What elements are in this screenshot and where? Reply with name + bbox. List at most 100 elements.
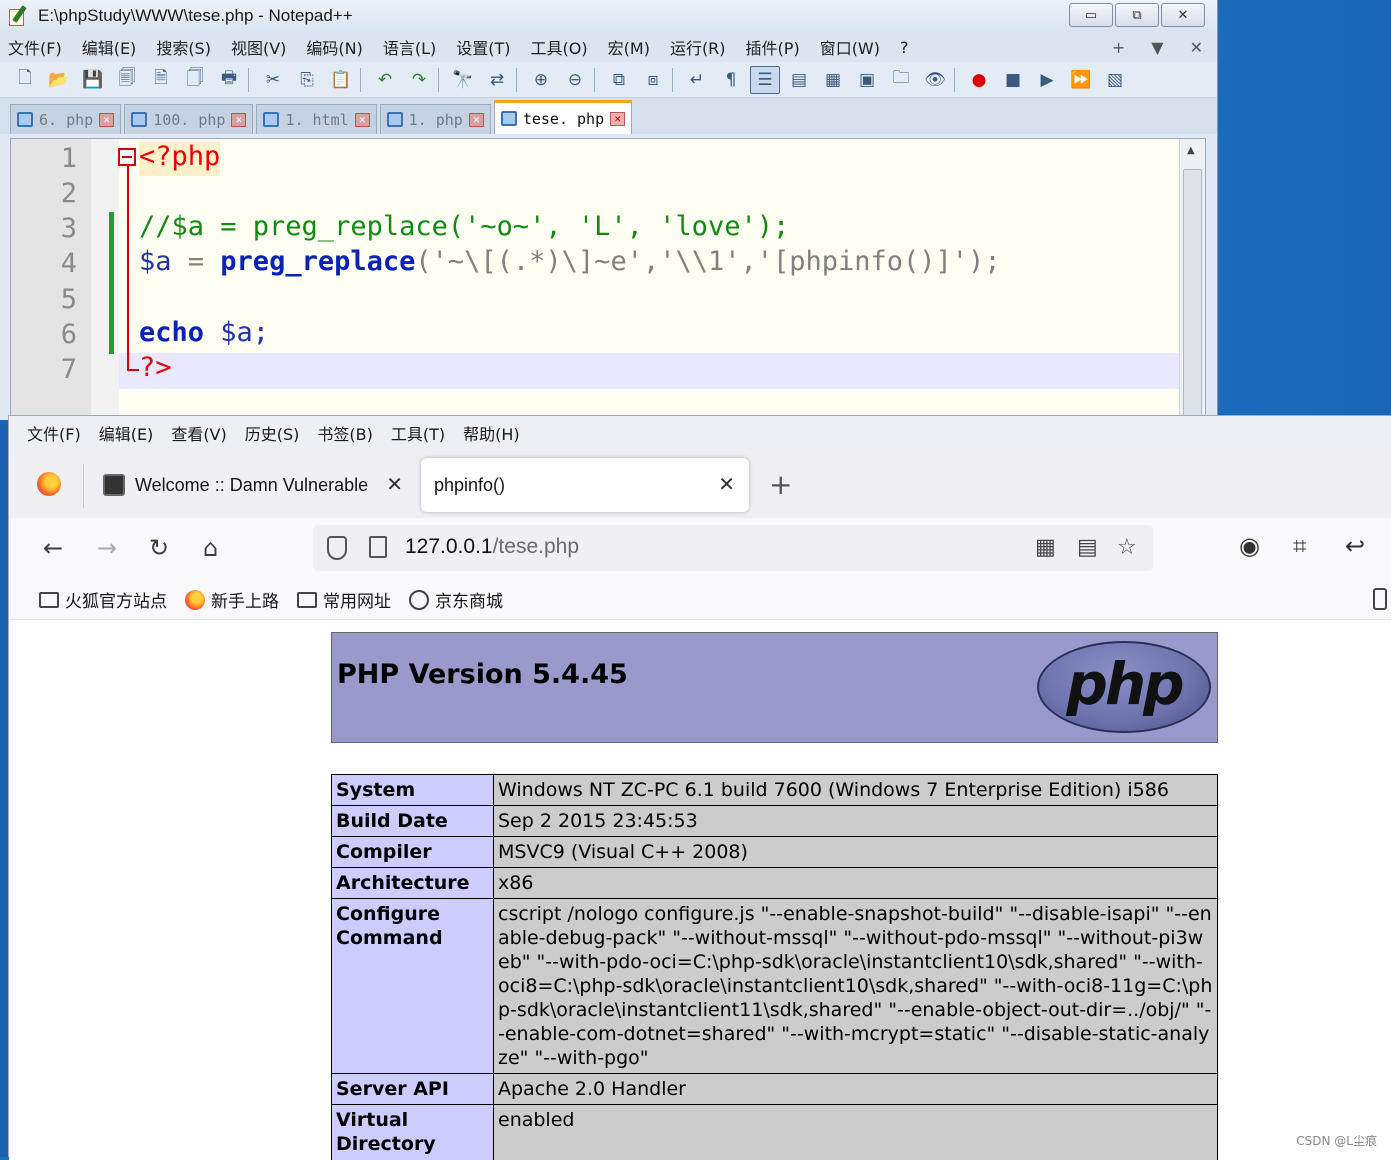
cut-icon[interactable]: ✂ xyxy=(258,66,288,94)
save-icon[interactable]: 💾 xyxy=(78,66,108,94)
scroll-up-icon[interactable]: ▲ xyxy=(1187,145,1195,156)
function-list-icon[interactable]: ▣ xyxy=(852,66,882,94)
zoom-in-icon[interactable]: ⊕ xyxy=(526,66,556,94)
ff-tab[interactable]: Welcome :: Damn Vulnerable ✕ xyxy=(97,458,417,512)
npp-titlebar[interactable]: E:\phpStudy\WWW\tese.php - Notepad++ ▭ ⧉… xyxy=(0,0,1217,32)
page-info-icon[interactable] xyxy=(369,536,387,558)
npp-menu-plugins[interactable]: 插件(P) xyxy=(746,35,800,59)
mobile-bookmarks-icon[interactable] xyxy=(1373,588,1387,610)
home-icon[interactable]: ⌂ xyxy=(203,534,218,562)
account-icon[interactable]: ◉ xyxy=(1239,532,1260,560)
show-all-chars-icon[interactable]: ¶ xyxy=(716,66,746,94)
bookmark-item[interactable]: 新手上路 xyxy=(185,587,279,612)
run-macro-multiple-icon[interactable]: ⏩ xyxy=(1066,66,1096,94)
code-editor[interactable]: 1 2 3 4 5 6 7 <?php //$a = preg_replace(… xyxy=(10,138,1206,420)
tab-close-icon[interactable]: ✕ xyxy=(231,113,246,127)
bookmark-item[interactable]: 常用网址 xyxy=(297,587,391,612)
undo-icon[interactable]: ↶ xyxy=(370,66,400,94)
doc-map-icon[interactable]: ▦ xyxy=(818,66,848,94)
replace-icon[interactable]: ⇄ xyxy=(482,66,512,94)
npp-tab-active[interactable]: tese. php✕ xyxy=(494,100,632,134)
fold-collapse-icon[interactable] xyxy=(118,148,136,166)
monitoring-icon[interactable]: 👁 xyxy=(920,66,950,94)
npp-close-doc-button[interactable]: ✕ xyxy=(1190,38,1203,57)
vertical-scrollbar[interactable]: ▲ xyxy=(1179,139,1205,419)
sync-vertical-icon[interactable]: ⧉ xyxy=(604,66,634,94)
tab-close-icon[interactable]: ✕ xyxy=(99,113,114,127)
ff-menu-bookmarks[interactable]: 书签(B) xyxy=(317,421,372,445)
phpinfo-table: SystemWindows NT ZC-PC 6.1 build 7600 (W… xyxy=(331,774,1218,1160)
close-file-icon[interactable]: 🗎 xyxy=(146,66,176,94)
npp-tab[interactable]: 1. php✕ xyxy=(380,104,491,134)
npp-menu-help[interactable]: ? xyxy=(900,38,909,57)
npp-tab[interactable]: 100. php✕ xyxy=(124,104,253,134)
print-icon[interactable]: 🖶 xyxy=(214,66,244,94)
tab-close-icon[interactable]: ✕ xyxy=(718,472,735,497)
find-icon[interactable]: 🔭 xyxy=(448,66,478,94)
redo-icon[interactable]: ↷ xyxy=(404,66,434,94)
indent-guide-icon[interactable]: ☰ xyxy=(750,66,780,94)
npp-tab[interactable]: 6. php✕ xyxy=(10,104,121,134)
reload-icon[interactable]: ↻ xyxy=(149,534,169,562)
npp-menu-edit[interactable]: 编辑(E) xyxy=(82,35,137,59)
npp-menu-settings[interactable]: 设置(T) xyxy=(456,35,510,59)
copy-icon[interactable]: ⎘ xyxy=(292,66,322,94)
save-macro-icon[interactable]: ▧ xyxy=(1100,66,1130,94)
firefox-logo-icon[interactable] xyxy=(37,472,61,496)
npp-menu-window[interactable]: 窗口(W) xyxy=(820,35,880,59)
npp-menu-run[interactable]: 运行(R) xyxy=(670,35,726,59)
folder-workspace-icon[interactable]: 🗀 xyxy=(886,66,916,94)
undo-close-icon[interactable]: ↩ xyxy=(1345,532,1365,560)
play-macro-icon[interactable]: ▶ xyxy=(1032,66,1062,94)
close-button[interactable]: ✕ xyxy=(1161,3,1205,27)
qr-code-icon[interactable]: ▦ xyxy=(1035,535,1056,560)
bookmark-item[interactable]: 京东商城 xyxy=(409,587,503,612)
forward-arrow-icon[interactable]: → xyxy=(97,534,117,562)
npp-menu-encoding[interactable]: 编码(N) xyxy=(306,35,362,59)
npp-tab[interactable]: 1. html✕ xyxy=(256,104,376,134)
bookmark-star-icon[interactable]: ☆ xyxy=(1117,535,1137,560)
tab-close-icon[interactable]: ✕ xyxy=(610,112,625,126)
zoom-out-icon[interactable]: ⊖ xyxy=(560,66,590,94)
minimize-button[interactable]: ▭ xyxy=(1069,3,1113,27)
reader-view-icon[interactable]: ▤ xyxy=(1077,535,1098,560)
open-file-icon[interactable]: 📂 xyxy=(44,66,74,94)
close-all-icon[interactable]: 🗍 xyxy=(180,66,210,94)
npp-menu-search[interactable]: 搜索(S) xyxy=(156,35,211,59)
tab-close-icon[interactable]: ✕ xyxy=(355,113,370,127)
screenshot-crop-icon[interactable]: ⌗ xyxy=(1293,532,1307,560)
npp-add-button[interactable]: + xyxy=(1112,38,1125,57)
tab-close-icon[interactable]: ✕ xyxy=(386,472,403,497)
sync-horizontal-icon[interactable]: ⧈ xyxy=(638,66,668,94)
url-text[interactable]: 127.0.0.1/tese.php xyxy=(405,535,579,559)
udl-icon[interactable]: ▤ xyxy=(784,66,814,94)
npp-menu-tools[interactable]: 工具(O) xyxy=(531,35,588,59)
ff-menu-file[interactable]: 文件(F) xyxy=(27,421,81,445)
ff-tab-active[interactable]: phpinfo() ✕ xyxy=(421,458,749,512)
new-file-icon[interactable]: 🗋 xyxy=(10,66,40,94)
ff-menu-tools[interactable]: 工具(T) xyxy=(391,421,445,445)
ff-menu-view[interactable]: 查看(V) xyxy=(171,421,226,445)
restore-button[interactable]: ⧉ xyxy=(1115,3,1159,27)
back-arrow-icon[interactable]: ← xyxy=(43,534,63,562)
bookmark-item[interactable]: 火狐官方站点 xyxy=(39,587,167,612)
stop-macro-icon[interactable]: ■ xyxy=(998,66,1028,94)
ff-menu-history[interactable]: 历史(S) xyxy=(245,421,300,445)
ff-menu-edit[interactable]: 编辑(E) xyxy=(99,421,154,445)
tracking-shield-icon[interactable] xyxy=(327,536,347,560)
record-macro-icon[interactable]: ● xyxy=(964,66,994,94)
php-logo-text: php xyxy=(1066,650,1181,718)
npp-menu-language[interactable]: 语言(L) xyxy=(383,35,436,59)
tab-close-icon[interactable]: ✕ xyxy=(469,113,484,127)
npp-menu-view[interactable]: 视图(V) xyxy=(231,35,286,59)
npp-menu-macro[interactable]: 宏(M) xyxy=(608,35,650,59)
scroll-thumb[interactable] xyxy=(1183,169,1202,420)
url-bar[interactable]: 127.0.0.1/tese.php ▦ ▤ ☆ xyxy=(313,525,1153,571)
save-all-icon[interactable]: 🗐 xyxy=(112,66,142,94)
word-wrap-icon[interactable]: ↵ xyxy=(682,66,712,94)
paste-icon[interactable]: 📋 xyxy=(326,66,356,94)
npp-menu-file[interactable]: 文件(F) xyxy=(8,35,62,59)
npp-dropdown-button[interactable]: ▼ xyxy=(1151,38,1163,57)
new-tab-button[interactable]: + xyxy=(769,468,792,501)
ff-menu-help[interactable]: 帮助(H) xyxy=(463,421,520,445)
